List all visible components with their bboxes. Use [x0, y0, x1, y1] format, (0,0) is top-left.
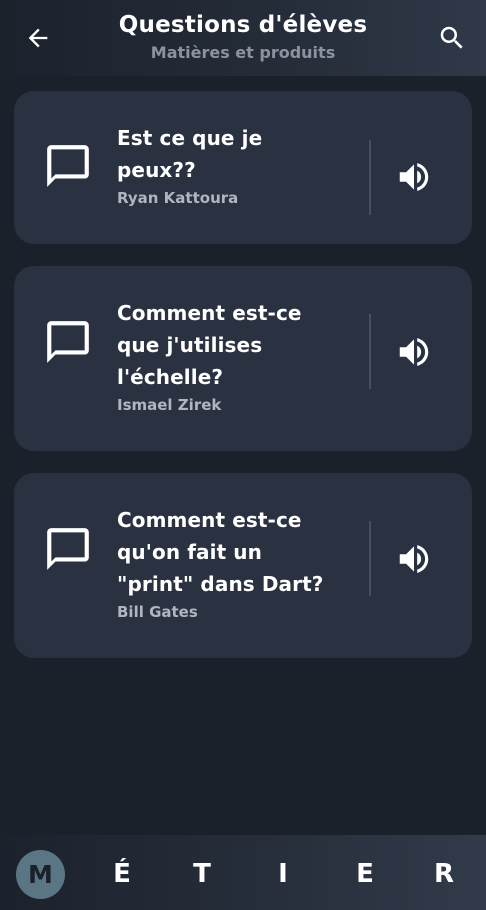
brand-letter: I — [278, 859, 288, 889]
volume-up-icon — [399, 163, 429, 191]
play-audio-button[interactable] — [392, 330, 436, 374]
play-audio-button[interactable] — [392, 155, 436, 199]
search-icon — [440, 26, 463, 49]
question-title-line: qu'on fait un — [117, 540, 262, 564]
brand-letter: E — [356, 859, 374, 889]
chat-bubble-icon — [47, 145, 89, 187]
question-title-line: que j'utilises — [117, 333, 263, 357]
question-title-line: "print" dans Dart? — [117, 572, 324, 596]
brand-letter: R — [433, 859, 455, 889]
search-button[interactable] — [430, 16, 474, 60]
brand-logo-m[interactable]: M — [16, 850, 65, 899]
arrow-left-icon — [28, 28, 48, 48]
top-app-bar: Questions d'élèves Matières et produits — [0, 0, 486, 76]
question-author: Ismael Zirek — [117, 396, 222, 414]
card-divider — [369, 140, 371, 215]
question-title-line: l'échelle? — [117, 365, 224, 389]
page-title: Questions d'élèves — [118, 12, 368, 38]
question-card[interactable]: Comment est-ce que j'utilises l'échelle?… — [14, 266, 472, 451]
header-titles: Questions d'élèves Matières et produits — [80, 10, 406, 66]
card-divider — [369, 521, 371, 596]
volume-up-icon — [399, 338, 429, 366]
screen: Questions d'élèves Matières et produits … — [0, 0, 486, 910]
volume-up-icon — [399, 545, 429, 573]
brand-letter: É — [113, 859, 131, 889]
chat-bubble-icon — [47, 321, 89, 363]
card-divider — [369, 314, 371, 389]
chat-bubble-icon — [47, 528, 89, 570]
question-title-line: Comment est-ce — [117, 301, 302, 325]
play-audio-button[interactable] — [392, 537, 436, 581]
question-author: Bill Gates — [117, 603, 198, 621]
page-subtitle: Matières et produits — [150, 43, 336, 62]
brand-letter: T — [193, 859, 211, 889]
question-card[interactable]: Est ce que je peux?? Ryan Kattoura — [14, 91, 472, 244]
brand-footer: M É T I E R — [0, 835, 486, 910]
question-title-line: peux?? — [117, 158, 196, 182]
back-button[interactable] — [16, 16, 60, 60]
question-card[interactable]: Comment est-ce qu'on fait un "print" dan… — [14, 473, 472, 658]
question-title-line: Comment est-ce — [117, 508, 302, 532]
question-title-line: Est ce que je — [117, 126, 263, 150]
question-list: Est ce que je peux?? Ryan Kattoura Comme… — [14, 91, 472, 680]
question-text: Comment est-ce que j'utilises l'échelle?… — [117, 297, 355, 415]
question-text: Comment est-ce qu'on fait un "print" dan… — [117, 504, 355, 622]
question-text: Est ce que je peux?? Ryan Kattoura — [117, 122, 355, 208]
question-author: Ryan Kattoura — [117, 189, 239, 207]
